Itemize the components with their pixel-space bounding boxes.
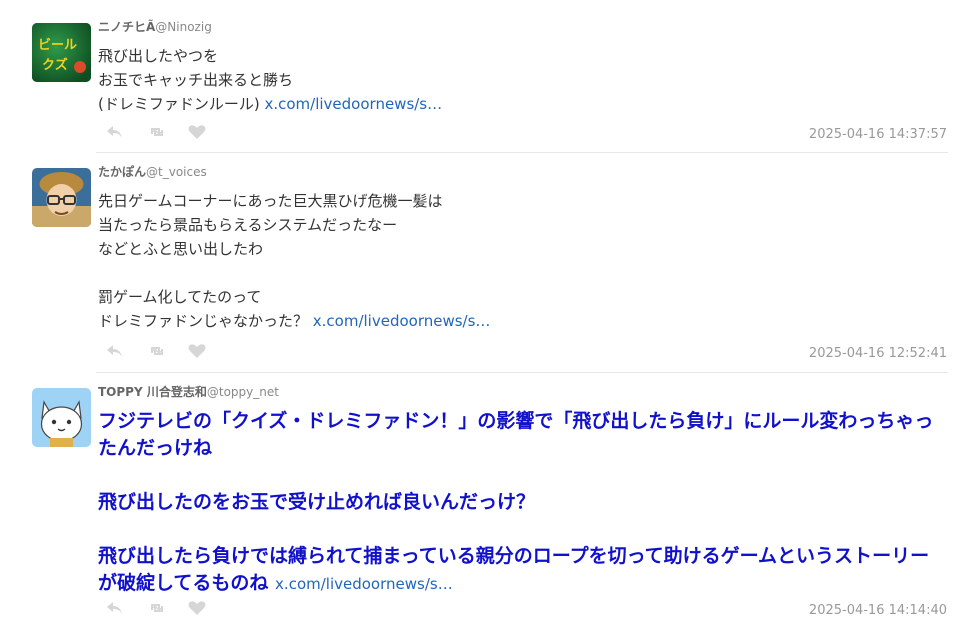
timestamp[interactable]: 2025-04-16 14:14:40 [809,603,947,618]
avatar[interactable]: ビール クズ [32,23,91,82]
avatar-image [32,168,91,227]
retweet-icon[interactable] [148,124,166,140]
like-icon[interactable] [188,343,206,359]
tweet-link[interactable]: x.com/livedoornews/s… [275,575,453,593]
author-line: TOPPY 川合登志和@toppy_net [98,385,279,399]
retweet-icon[interactable] [148,343,166,359]
handle[interactable]: @Ninozig [155,20,212,34]
timestamp[interactable]: 2025-04-16 14:37:57 [809,127,947,142]
author-line: たかぽん@t_voices [98,165,207,179]
tweet-text: フジテレビの「クイズ・ドレミファドン！」の影響で「飛び出したら負け」にルール変わ… [98,408,948,598]
author-line: ニノチヒÃ@Ninozig [98,20,212,34]
reply-icon[interactable] [106,600,124,616]
timestamp[interactable]: 2025-04-16 12:52:41 [809,346,947,361]
tweet-text: 飛び出したやつを お玉でキャッチ出来ると勝ち (ドレミファドンルール) x.co… [98,44,442,116]
display-name[interactable]: ニノチヒÃ [98,20,155,34]
tweet-body-text: 先日ゲームコーナーにあった巨大黒ひげ危機一髪は 当たったら景品もらえるシステムだ… [98,192,443,330]
handle[interactable]: @toppy_net [207,385,279,399]
divider [96,152,948,153]
divider [96,372,948,373]
svg-text:ビール: ビール [38,37,77,53]
display-name[interactable]: TOPPY 川合登志和 [98,385,207,399]
like-icon[interactable] [188,600,206,616]
like-icon[interactable] [188,124,206,140]
tweet-feed: ビール クズ ニノチヒÃ@Ninozig 飛び出したやつを お玉でキャッチ出来る… [0,0,958,626]
avatar-image: ビール クズ [32,23,91,82]
retweet-icon[interactable] [148,600,166,616]
tweet-link[interactable]: x.com/livedoornews/s… [264,95,442,113]
tweet-text: 先日ゲームコーナーにあった巨大黒ひげ危機一髪は 当たったら景品もらえるシステムだ… [98,189,490,333]
reply-icon[interactable] [106,124,124,140]
avatar-image [32,388,91,447]
svg-text:クズ: クズ [42,57,68,73]
handle[interactable]: @t_voices [146,165,207,179]
reply-icon[interactable] [106,343,124,359]
tweet-link[interactable]: x.com/livedoornews/s… [313,312,491,330]
avatar[interactable] [32,168,91,227]
avatar[interactable] [32,388,91,447]
tweet-body-text: フジテレビの「クイズ・ドレミファドン！」の影響で「飛び出したら負け」にルール変わ… [98,410,934,594]
display-name[interactable]: たかぽん [98,165,146,179]
